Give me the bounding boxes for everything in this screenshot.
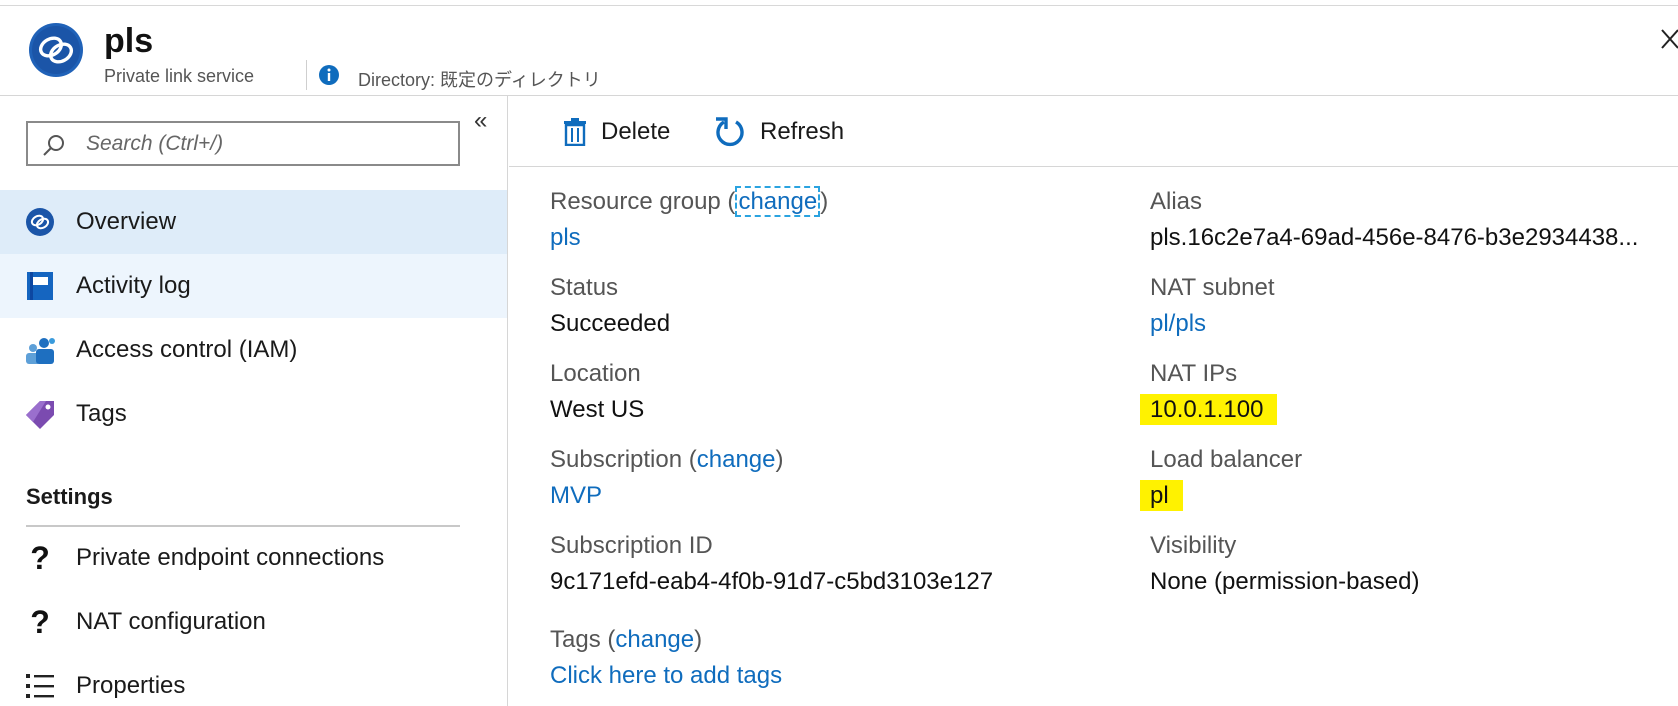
resource-menu: « Overview Activity log (0, 96, 508, 706)
properties-icon (24, 670, 56, 702)
subscription-id-field: Subscription ID 9c171efd-eab4-4f0b-91d7-… (550, 532, 993, 596)
change-tags-link[interactable]: change (615, 626, 694, 653)
nat-ips-field: NAT IPs 10.0.1.100 (1140, 360, 1278, 425)
search-icon (43, 135, 64, 156)
field-label: NAT subnet (1150, 274, 1275, 301)
directory-label: Directory: 既定のディレクトリ (358, 70, 601, 90)
visibility-value: None (permission-based) (1150, 568, 1420, 595)
field-label: Load balancer (1150, 446, 1303, 473)
search-input[interactable] (86, 123, 454, 164)
info-icon (319, 65, 339, 85)
field-label: Tags (550, 626, 601, 653)
subscription-id-value: 9c171efd-eab4-4f0b-91d7-c5bd3103e127 (550, 568, 994, 595)
private-link-icon (24, 206, 56, 238)
field-label: Visibility (1150, 532, 1237, 559)
nat-ips-value: 10.0.1.100 (1140, 394, 1278, 425)
tag-icon (24, 398, 56, 430)
trash-icon (564, 118, 586, 146)
sidebar-item-label: Overview (76, 208, 177, 235)
status-value: Succeeded (550, 310, 671, 337)
nat-subnet-link[interactable]: pl/pls (1150, 310, 1275, 338)
field-label: Status (550, 274, 619, 301)
iam-icon (24, 334, 56, 366)
status-field: Status Succeeded (550, 274, 670, 338)
delete-button[interactable]: Delete (563, 114, 670, 150)
load-balancer-value: pl (1140, 480, 1183, 511)
sidebar-item-nat-configuration[interactable]: ? NAT configuration (0, 590, 507, 654)
load-balancer-field: Load balancer pl (1140, 446, 1303, 511)
field-label: Subscription (550, 446, 683, 473)
tags-field: Tags (change) Click here to add tags (550, 626, 783, 690)
alias-value: pls.16c2e7a4-69ad-456e-8476-b3e2934438..… (1150, 224, 1639, 251)
sidebar-item-overview[interactable]: Overview (0, 190, 507, 254)
refresh-icon (716, 117, 744, 147)
command-bar: Delete Refresh (509, 96, 1678, 167)
settings-section-heading: Settings (26, 484, 113, 509)
field-label: Alias (1150, 188, 1203, 215)
field-label: Subscription ID (550, 532, 713, 559)
subscription-link[interactable]: MVP (550, 482, 784, 510)
resource-group-link[interactable]: pls (550, 224, 828, 252)
sidebar-item-properties[interactable]: Properties (0, 654, 507, 706)
resource-group-field: Resource group (change) pls (550, 186, 829, 252)
refresh-label: Refresh (760, 118, 845, 145)
sidebar-item-tags[interactable]: Tags (0, 382, 507, 446)
resource-header: pls Private link service Directory: 既定のデ… (0, 6, 1678, 96)
field-label: Location (550, 360, 641, 387)
location-value: West US (550, 396, 645, 423)
menu-search[interactable] (26, 121, 460, 166)
nat-subnet-field: NAT subnet pl/pls (1150, 274, 1275, 338)
change-subscription-link[interactable]: change (697, 446, 776, 473)
collapse-menu-button[interactable]: « (474, 106, 498, 136)
field-label: Resource group (550, 188, 721, 215)
resource-type: Private link service (104, 66, 255, 86)
change-resource-group-link[interactable]: change (735, 186, 821, 217)
activity-log-icon (24, 270, 56, 302)
delete-label: Delete (601, 118, 671, 145)
visibility-field: Visibility None (permission-based) (1150, 532, 1419, 596)
header-divider (306, 60, 307, 90)
sidebar-item-label: Private endpoint connections (76, 544, 385, 571)
sidebar-item-label: Access control (IAM) (76, 336, 298, 363)
private-link-service-icon (29, 23, 83, 77)
sidebar-item-label: Properties (76, 672, 186, 699)
page-title: pls (104, 22, 154, 60)
sidebar-item-access-control[interactable]: Access control (IAM) (0, 318, 507, 382)
field-label: NAT IPs (1150, 360, 1238, 387)
close-icon[interactable] (1660, 24, 1678, 56)
sidebar-item-label: NAT configuration (76, 608, 266, 635)
question-icon: ? (30, 604, 50, 640)
refresh-button[interactable]: Refresh (714, 114, 844, 150)
subscription-field: Subscription (change) MVP (550, 446, 784, 510)
sidebar-item-activity-log[interactable]: Activity log (0, 254, 507, 318)
sidebar-item-label: Activity log (76, 272, 191, 299)
sidebar-item-label: Tags (76, 400, 127, 427)
add-tags-link[interactable]: Click here to add tags (550, 662, 782, 690)
alias-field: Alias pls.16c2e7a4-69ad-456e-8476-b3e293… (1150, 188, 1638, 252)
location-field: Location West US (550, 360, 644, 424)
question-icon: ? (30, 540, 50, 576)
sidebar-item-private-endpoint-connections[interactable]: ? Private endpoint connections (0, 526, 507, 590)
